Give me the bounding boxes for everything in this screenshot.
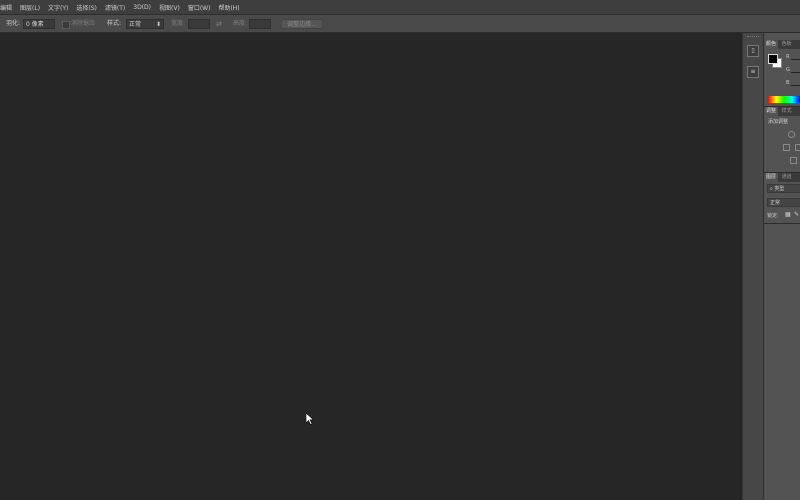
menu-layer[interactable]: 图层(L): [20, 3, 40, 12]
foreground-color-swatch[interactable]: [768, 54, 778, 64]
layer-kind-label: 类型: [774, 186, 785, 192]
g-slider[interactable]: [791, 72, 800, 73]
adjustments-panel-tabs: 调整 样式: [764, 107, 800, 116]
mouse-cursor-icon: [306, 413, 314, 425]
menu-filter[interactable]: 滤镜(T): [105, 3, 125, 12]
menu-3d[interactable]: 3D(D): [133, 4, 151, 11]
width-input[interactable]: [188, 19, 210, 29]
antialias-label: 消除锯齿: [71, 20, 96, 27]
lock-label: 锁定:: [767, 213, 779, 219]
dock-grip[interactable]: [747, 36, 759, 39]
swap-icon[interactable]: ⇄: [216, 19, 222, 29]
layers-panel-tabs: 图层 通道: [764, 173, 800, 182]
lock-brush-icon[interactable]: ✎: [794, 211, 799, 218]
style-label: 样式:: [107, 20, 122, 27]
color-panel-tabs: 颜色 色板: [764, 40, 800, 49]
history-panel-icon[interactable]: ▯: [747, 45, 759, 57]
right-panels: 颜色 色板 R G B 调整 样式 添加调整 图层 通道 ⌕ 类型 正常 锁定:…: [763, 33, 800, 500]
tab-layers[interactable]: 图层: [764, 173, 779, 182]
height-input[interactable]: [249, 19, 271, 29]
menu-view[interactable]: 视图(V): [159, 3, 180, 12]
tab-styles[interactable]: 样式: [780, 107, 794, 116]
menu-edit[interactable]: 编辑: [0, 3, 12, 12]
levels-icon[interactable]: [783, 144, 790, 151]
b-label: B: [786, 80, 790, 86]
tab-adjustments[interactable]: 调整: [764, 107, 779, 116]
style-select[interactable]: 正常 ⬍: [126, 19, 164, 29]
menu-type[interactable]: 文字(Y): [48, 3, 68, 12]
search-icon: ⌕: [770, 186, 773, 192]
menu-window[interactable]: 窗口(W): [188, 3, 211, 12]
r-slider[interactable]: [791, 59, 800, 60]
antialias-checkbox[interactable]: [62, 21, 70, 29]
height-label: 高度:: [233, 20, 248, 27]
tab-swatches[interactable]: 色板: [780, 40, 794, 49]
color-spectrum-bar[interactable]: [768, 96, 800, 103]
exposure-icon[interactable]: [790, 157, 797, 164]
panel-divider: [764, 223, 800, 224]
style-select-value: 正常: [129, 21, 142, 28]
feather-input[interactable]: 0 像素: [23, 19, 55, 29]
layer-kind-filter[interactable]: ⌕ 类型: [767, 184, 800, 193]
r-label: R: [786, 54, 790, 60]
menu-help[interactable]: 帮助(H): [218, 3, 239, 12]
tab-channels[interactable]: 通道: [780, 173, 794, 182]
refine-edge-button[interactable]: 调整边缘...: [281, 19, 323, 29]
curves-icon[interactable]: [795, 144, 800, 151]
g-label: G: [786, 67, 790, 73]
canvas-area[interactable]: [0, 33, 742, 500]
chevron-down-icon: ⬍: [155, 21, 161, 28]
menu-select[interactable]: 选择(S): [76, 3, 97, 12]
b-slider[interactable]: [791, 85, 800, 86]
collapsed-panel-dock: ▯ ≡: [742, 33, 763, 500]
menu-bar: 编辑 图层(L) 文字(Y) 选择(S) 滤镜(T) 3D(D) 视图(V) 窗…: [0, 0, 800, 15]
properties-panel-icon[interactable]: ≡: [747, 66, 759, 78]
adjustments-title: 添加调整: [768, 119, 789, 125]
brightness-icon[interactable]: [788, 131, 795, 138]
tab-color[interactable]: 颜色: [764, 40, 779, 49]
blend-mode-select[interactable]: 正常: [767, 198, 800, 207]
lock-pixels-icon[interactable]: ▦: [785, 211, 791, 218]
feather-label: 羽化:: [6, 20, 21, 27]
options-bar: 羽化: 0 像素 消除锯齿 样式: 正常 ⬍ 宽度: ⇄ 高度: 调整边缘...: [0, 15, 800, 33]
width-label: 宽度:: [171, 20, 186, 27]
